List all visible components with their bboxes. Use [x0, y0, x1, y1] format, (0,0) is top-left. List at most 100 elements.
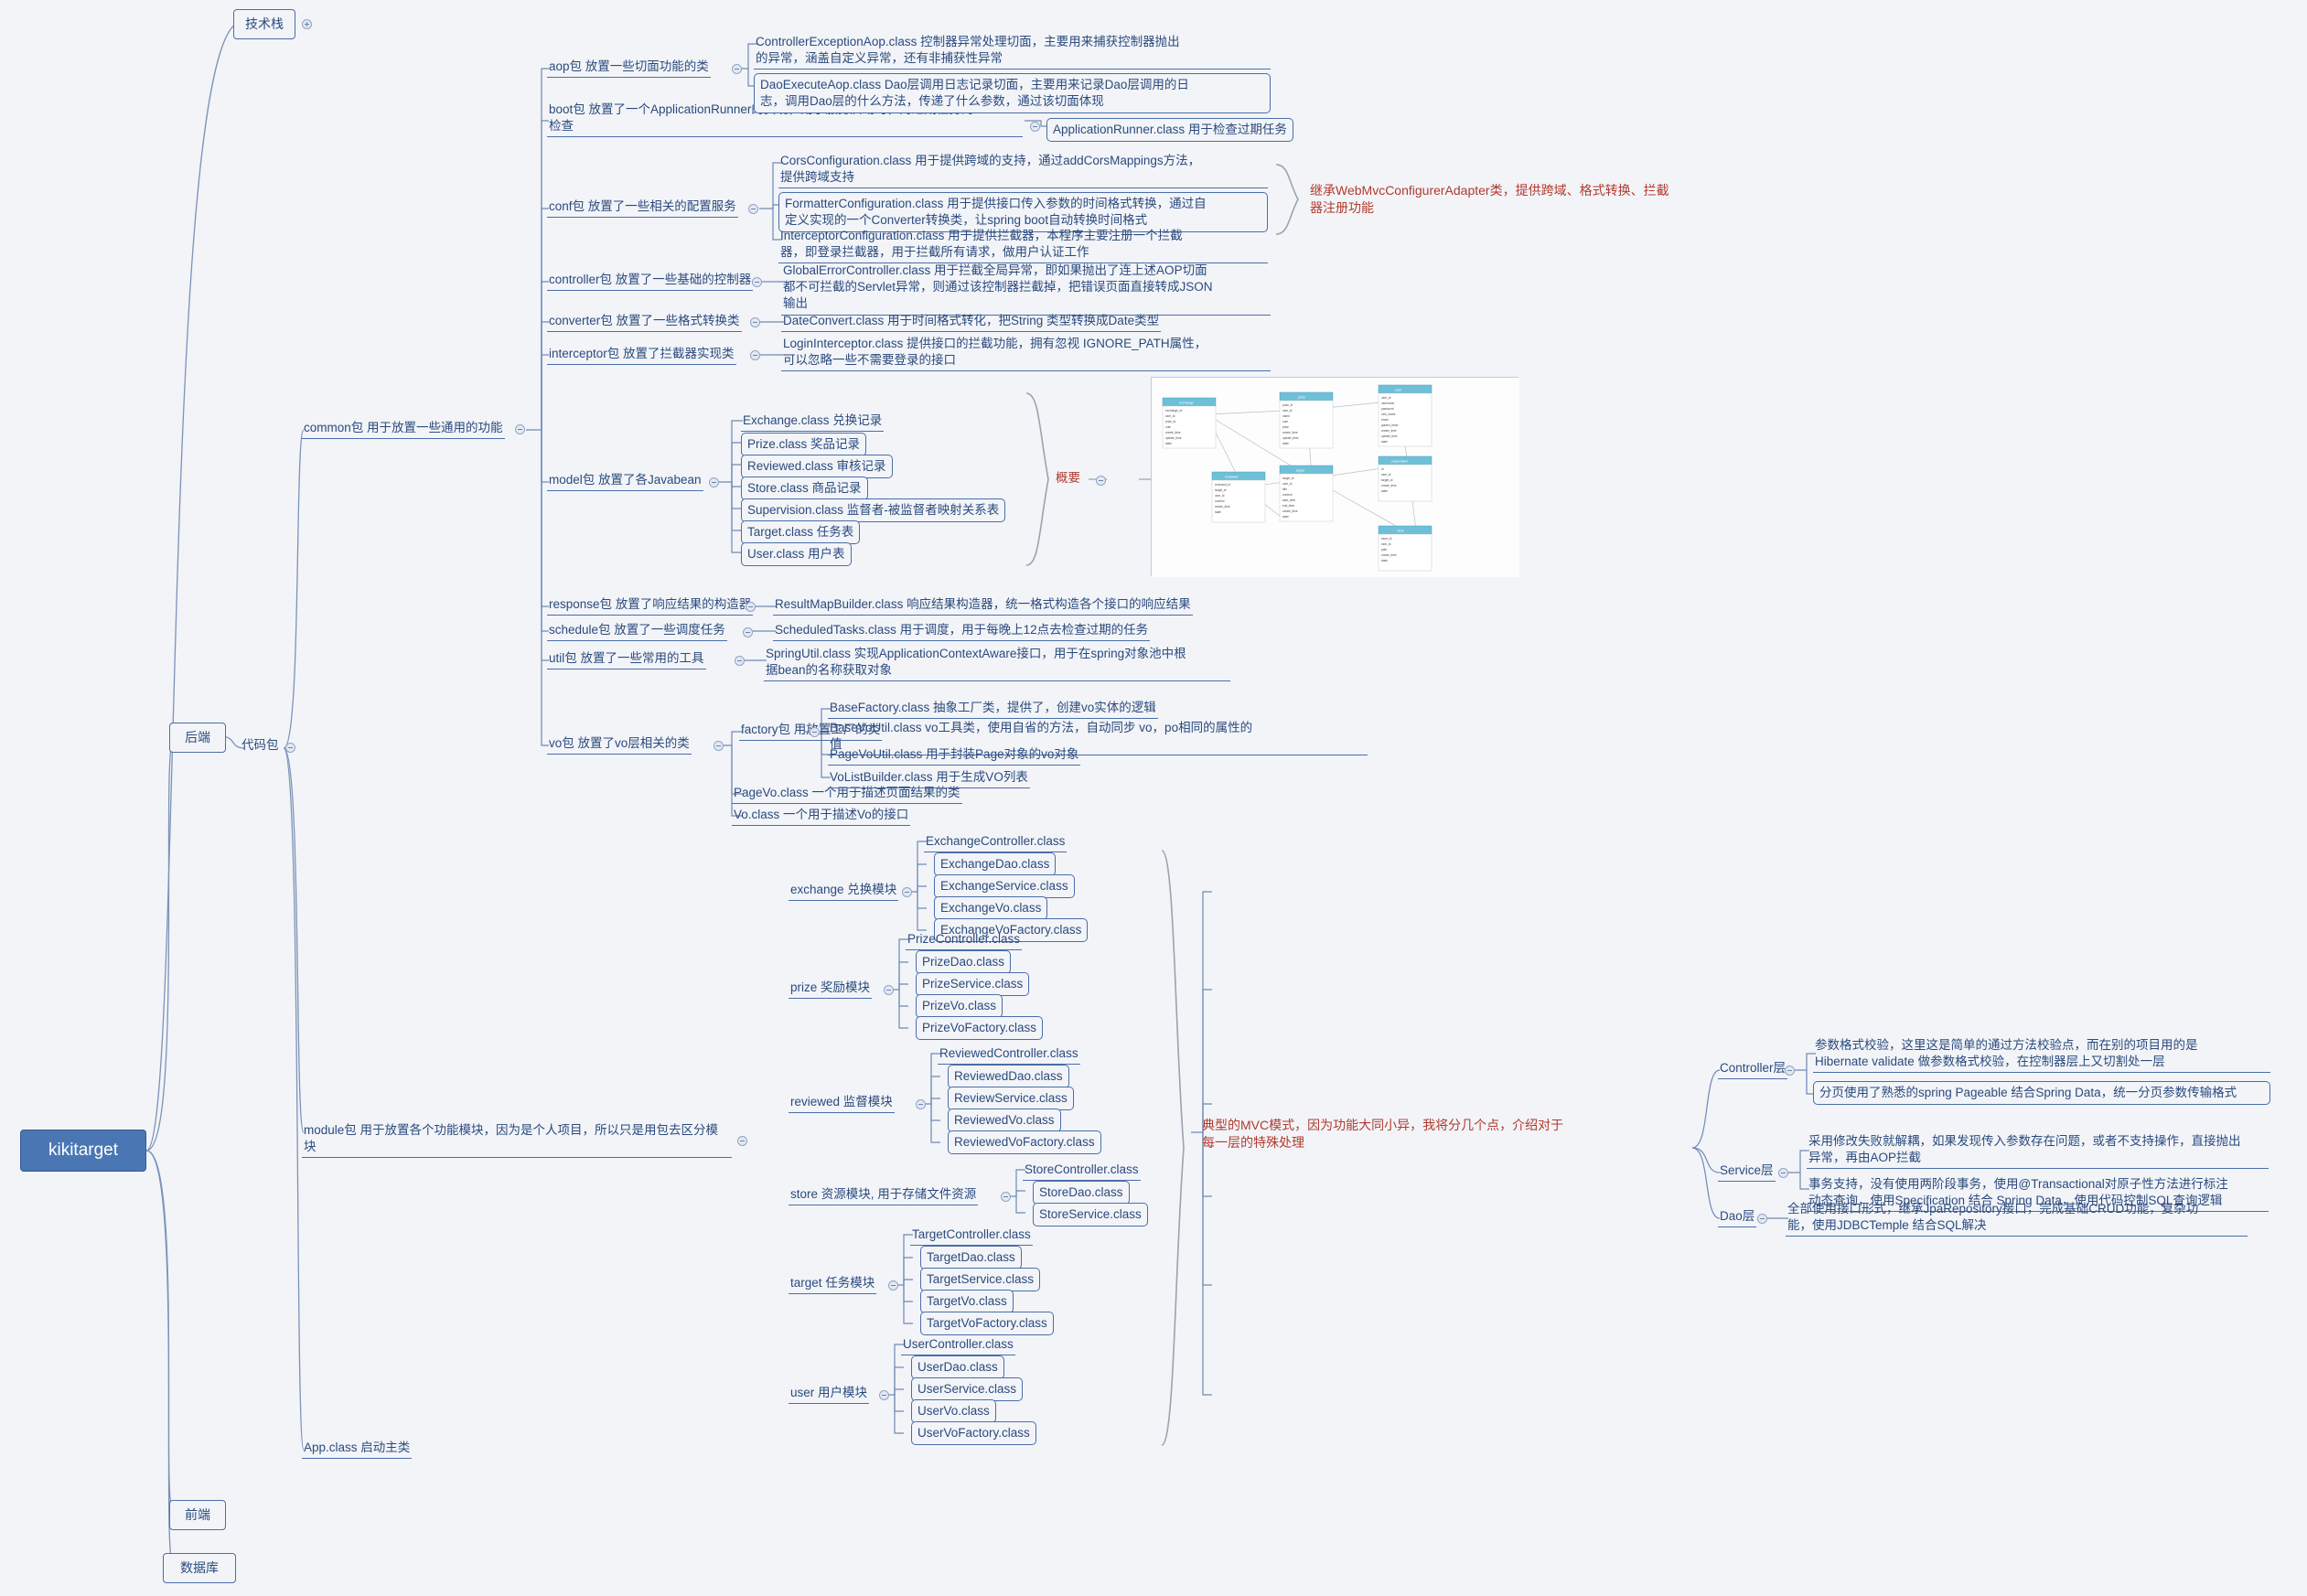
collapse-toggle-controller-layer[interactable] — [1785, 1066, 1795, 1076]
leaf-reviewed-dao[interactable]: ReviewedDao.class — [948, 1065, 1069, 1089]
node-aop-package[interactable]: aop包 放置一些切面功能的类 — [547, 58, 711, 79]
node-module-prize[interactable]: prize 奖励模块 — [789, 979, 873, 1000]
collapse-toggle-prize[interactable] — [884, 985, 894, 995]
leaf-user-vo-factory[interactable]: UserVoFactory.class — [911, 1421, 1036, 1446]
leaf-user-class[interactable]: User.class 用户表 — [741, 542, 852, 567]
leaf-dao-point-1[interactable]: 全部使用接口形式，继承JpaRepository接口，完成基础CRUD功能，复杂… — [1786, 1200, 2248, 1237]
leaf-exchange-service[interactable]: ExchangeService.class — [934, 874, 1075, 899]
collapse-toggle-vo[interactable] — [714, 741, 724, 751]
node-code-package[interactable]: 代码包 — [240, 736, 281, 755]
leaf-reviewed-controller[interactable]: ReviewedController.class — [938, 1044, 1080, 1066]
leaf-reviewed-class[interactable]: Reviewed.class 审核记录 — [741, 455, 893, 479]
node-module-user[interactable]: user 用户模块 — [789, 1384, 870, 1405]
leaf-controller-point-2[interactable]: 分页使用了熟悉的spring Pageable 结合Spring Data，统一… — [1813, 1081, 2270, 1106]
node-converter-package[interactable]: converter包 放置了一些格式转换类 — [547, 312, 742, 333]
collapse-toggle-store[interactable] — [1001, 1192, 1011, 1202]
node-conf-package[interactable]: conf包 放置了一些相关的配置服务 — [547, 198, 738, 219]
collapse-toggle-model[interactable] — [709, 477, 719, 487]
leaf-target-controller[interactable]: TargetController.class — [910, 1226, 1033, 1247]
collapse-toggle-service-layer[interactable] — [1778, 1168, 1788, 1178]
leaf-cors-configuration[interactable]: CorsConfiguration.class 用于提供跨域的支持，通过addC… — [778, 152, 1268, 189]
leaf-base-factory[interactable]: BaseFactory.class 抽象工厂类，提供了，创建vo实体的逻辑 — [828, 699, 1158, 720]
collapse-toggle-exchange[interactable] — [902, 887, 912, 897]
node-common-package[interactable]: common包 用于放置一些通用的功能 — [302, 419, 505, 440]
node-model-package[interactable]: model包 放置了各Javabean — [547, 471, 703, 492]
leaf-store-controller[interactable]: StoreController.class — [1023, 1161, 1141, 1182]
leaf-result-map-builder[interactable]: ResultMapBuilder.class 响应结果构造器，统一格式构造各个接… — [773, 595, 1193, 616]
collapse-toggle-conf[interactable] — [748, 204, 758, 214]
collapse-toggle-util[interactable] — [735, 656, 745, 666]
collapse-toggle-target[interactable] — [888, 1280, 898, 1291]
root-node[interactable]: kikitarget — [20, 1130, 146, 1172]
leaf-login-interceptor[interactable]: LoginInterceptor.class 提供接口的拦截功能，拥有忽视 IG… — [781, 335, 1271, 372]
collapse-toggle-boot[interactable] — [1030, 122, 1040, 132]
node-controller-layer[interactable]: Controller层 — [1718, 1059, 1788, 1080]
leaf-prize-controller[interactable]: PrizeController.class — [906, 930, 1023, 951]
collapse-toggle-module[interactable] — [737, 1136, 747, 1146]
collapse-toggle-factory[interactable] — [810, 727, 820, 737]
leaf-user-controller[interactable]: UserController.class — [901, 1335, 1015, 1356]
node-module-target[interactable]: target 任务模块 — [789, 1274, 877, 1295]
leaf-target-class[interactable]: Target.class 任务表 — [741, 520, 861, 545]
node-service-layer[interactable]: Service层 — [1718, 1162, 1776, 1183]
leaf-prize-class[interactable]: Prize.class 奖品记录 — [741, 433, 867, 457]
collapse-toggle-aop[interactable] — [732, 64, 742, 74]
leaf-exchange-class[interactable]: Exchange.class 兑换记录 — [741, 412, 885, 433]
leaf-target-dao[interactable]: TargetDao.class — [920, 1246, 1022, 1270]
leaf-reviewed-vo-factory[interactable]: ReviewedVoFactory.class — [948, 1130, 1101, 1155]
collapse-toggle-controller[interactable] — [752, 277, 762, 287]
leaf-dao-execute-aop[interactable]: DaoExecuteAop.class Dao层调用日志记录切面，主要用来记录D… — [754, 73, 1271, 114]
node-module-store[interactable]: store 资源模块, 用于存储文件资源 — [789, 1185, 979, 1206]
branch-frontend[interactable]: 前端 — [169, 1500, 226, 1530]
collapse-toggle-overview[interactable] — [1096, 476, 1106, 486]
leaf-exchange-controller[interactable]: ExchangeController.class — [924, 832, 1068, 853]
branch-backend[interactable]: 后端 — [169, 723, 226, 753]
collapse-toggle-interceptor[interactable] — [750, 350, 760, 360]
leaf-prize-vo[interactable]: PrizeVo.class — [916, 994, 1003, 1019]
leaf-supervision-class[interactable]: Supervision.class 监督者-被监督者映射关系表 — [741, 498, 1006, 523]
leaf-application-runner[interactable]: ApplicationRunner.class 用于检查过期任务 — [1046, 118, 1293, 143]
leaf-date-convert[interactable]: DateConvert.class 用于时间格式转化，把String 类型转换成… — [781, 312, 1162, 333]
collapse-toggle-schedule[interactable] — [743, 627, 753, 637]
node-vo-package[interactable]: vo包 放置了vo层相关的类 — [547, 734, 692, 755]
node-dao-layer[interactable]: Dao层 — [1718, 1207, 1757, 1228]
expand-toggle-tech-stack[interactable] — [302, 19, 312, 29]
leaf-page-vo-util[interactable]: PageVoUtil.class 用于封装Page对象的vo对象 — [828, 745, 1081, 766]
branch-tech-stack[interactable]: 技术栈 — [233, 9, 295, 39]
leaf-spring-util[interactable]: SpringUtil.class 实现ApplicationContextAwa… — [764, 645, 1230, 682]
leaf-reviewed-vo[interactable]: ReviewedVo.class — [948, 1109, 1061, 1133]
leaf-store-dao[interactable]: StoreDao.class — [1033, 1181, 1130, 1205]
leaf-prize-service[interactable]: PrizeService.class — [916, 972, 1030, 997]
leaf-vo-class[interactable]: Vo.class 一个用于描述Vo的接口 — [732, 806, 911, 827]
leaf-target-vo[interactable]: TargetVo.class — [920, 1290, 1014, 1314]
er-diagram-thumbnail[interactable]: exchange exchange_id user_id prize_id num … — [1151, 377, 1519, 577]
collapse-toggle-dao-layer[interactable] — [1757, 1214, 1767, 1224]
collapse-toggle-converter[interactable] — [750, 317, 760, 327]
leaf-review-service[interactable]: ReviewService.class — [948, 1087, 1074, 1111]
leaf-user-service[interactable]: UserService.class — [911, 1377, 1024, 1402]
leaf-store-class[interactable]: Store.class 商品记录 — [741, 477, 868, 501]
leaf-scheduled-tasks[interactable]: ScheduledTasks.class 用于调度，用于每晚上12点去检查过期的… — [773, 621, 1151, 642]
leaf-global-error-controller[interactable]: GlobalErrorController.class 用于拦截全局异常，即如果… — [781, 262, 1271, 316]
node-util-package[interactable]: util包 放置了一些常用的工具 — [547, 649, 706, 670]
collapse-toggle-reviewed[interactable] — [916, 1099, 926, 1109]
node-controller-package[interactable]: controller包 放置了一些基础的控制器 — [547, 271, 754, 292]
node-module-exchange[interactable]: exchange 兑换模块 — [789, 881, 899, 902]
collapse-toggle-code-package[interactable] — [285, 743, 295, 753]
node-schedule-package[interactable]: schedule包 放置了一些调度任务 — [547, 621, 727, 642]
leaf-vo-list-builder[interactable]: VoListBuilder.class 用于生成VO列表 — [828, 768, 1030, 789]
leaf-interceptor-configuration[interactable]: InterceptorConfiguration.class 用于提供拦截器，本… — [778, 227, 1268, 264]
leaf-store-service[interactable]: StoreService.class — [1033, 1203, 1148, 1227]
leaf-user-vo[interactable]: UserVo.class — [911, 1399, 996, 1424]
leaf-service-point-1[interactable]: 采用修改失败就解耦，如果发现传入参数存在问题，或者不支持操作，直接抛出 异常，再… — [1807, 1132, 2269, 1170]
collapse-toggle-common[interactable] — [515, 424, 525, 434]
leaf-target-vo-factory[interactable]: TargetVoFactory.class — [920, 1312, 1054, 1336]
node-app-class[interactable]: App.class 启动主类 — [302, 1439, 413, 1460]
leaf-user-dao[interactable]: UserDao.class — [911, 1355, 1004, 1380]
collapse-toggle-user[interactable] — [879, 1390, 889, 1400]
collapse-toggle-response[interactable] — [746, 602, 756, 612]
node-response-package[interactable]: response包 放置了响应结果的构造器 — [547, 595, 754, 616]
node-module-package[interactable]: module包 用于放置各个功能模块，因为是个人项目，所以只是用包去区分模块 — [302, 1121, 732, 1159]
leaf-target-service[interactable]: TargetService.class — [920, 1268, 1041, 1292]
leaf-controller-exception-aop[interactable]: ControllerExceptionAop.class 控制器异常处理切面，主… — [754, 33, 1271, 70]
